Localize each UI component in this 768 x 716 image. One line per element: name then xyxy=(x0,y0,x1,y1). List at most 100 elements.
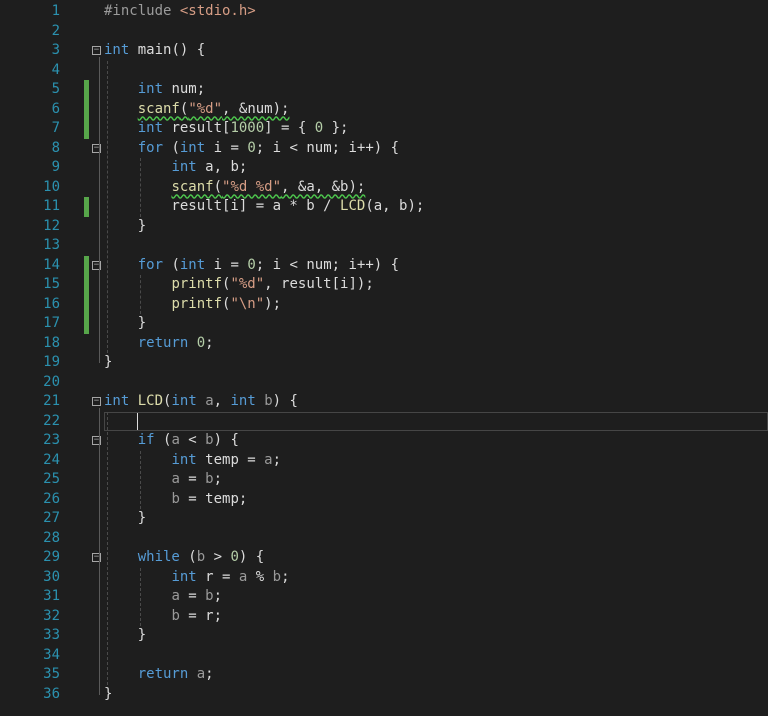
code-token: , xyxy=(213,393,231,409)
fold-toggle-icon[interactable]: − xyxy=(92,46,101,55)
code-text[interactable]: if (a < b) { xyxy=(104,431,239,451)
line-number: 16 xyxy=(43,295,60,312)
code-text[interactable]: scanf("%d", &num); xyxy=(104,100,290,120)
code-text[interactable]: printf("\n"); xyxy=(104,295,281,315)
code-token: r = xyxy=(196,568,239,585)
code-text[interactable]: return 0; xyxy=(104,334,214,354)
line-number: 34 xyxy=(43,646,60,663)
code-text[interactable]: printf("%d", result[i]); xyxy=(104,275,374,295)
code-line[interactable]: 16 printf("\n"); xyxy=(0,294,768,315)
code-token: int xyxy=(137,120,164,136)
code-token: "%d" xyxy=(230,276,265,292)
code-text[interactable]: int num; xyxy=(104,80,205,100)
code-line[interactable]: 33 } xyxy=(0,626,768,646)
code-token: a xyxy=(171,471,180,487)
code-text[interactable]: while (b > 0) { xyxy=(104,548,264,568)
code-text[interactable]: #include <stdio.h> xyxy=(104,2,256,22)
fold-toggle-icon[interactable]: − xyxy=(92,397,101,406)
code-line[interactable]: 28 xyxy=(0,529,768,549)
code-token: , &num); xyxy=(222,100,290,117)
code-line[interactable]: 30 int r = a % b; xyxy=(0,568,768,588)
code-token: "%d" xyxy=(188,100,223,117)
code-line[interactable]: 6 scanf("%d", &num); xyxy=(0,99,768,120)
code-line[interactable]: 13 xyxy=(0,236,768,256)
code-line[interactable]: 19} xyxy=(0,353,768,373)
code-token: 1000 xyxy=(230,120,265,136)
code-line[interactable]: 20 xyxy=(0,373,768,393)
code-token: ); xyxy=(264,295,282,312)
code-line[interactable]: 26 b = temp; xyxy=(0,490,768,510)
code-line[interactable]: 11 result[i] = a * b / LCD(a, b); xyxy=(0,197,768,217)
code-text[interactable]: int main() { xyxy=(104,41,205,61)
line-number: 35 xyxy=(43,666,60,682)
code-text[interactable]: int result[1000] = { 0 }; xyxy=(104,119,349,139)
code-token: , result[i]); xyxy=(264,276,374,292)
code-line[interactable]: 10 scanf("%d %d", &a, &b); xyxy=(0,178,768,198)
line-number: 22 xyxy=(43,412,60,429)
code-line[interactable]: 1 #include <stdio.h> xyxy=(0,2,768,22)
code-text[interactable]: } xyxy=(104,509,146,529)
code-text[interactable]: int temp = a; xyxy=(104,451,281,471)
code-text[interactable]: a = b; xyxy=(104,470,222,490)
line-number: 6 xyxy=(51,100,60,117)
code-token: int xyxy=(171,393,197,409)
code-token: > xyxy=(205,549,231,565)
code-text[interactable]: return a; xyxy=(104,665,214,685)
code-token: ( xyxy=(154,432,172,448)
code-text[interactable]: b = r; xyxy=(104,607,222,627)
code-text[interactable]: b = temp; xyxy=(104,490,247,510)
code-text[interactable]: scanf("%d %d", &a, &b); xyxy=(104,178,365,198)
code-line[interactable]: 7 int result[1000] = { 0 }; xyxy=(0,119,768,139)
code-line[interactable]: 5 int num; xyxy=(0,80,768,100)
code-token: i = xyxy=(205,139,248,156)
code-line[interactable]: 34 xyxy=(0,646,768,666)
code-text[interactable]: for (int i = 0; i < num; i++) { xyxy=(104,139,399,159)
code-line[interactable]: 18 return 0; xyxy=(0,334,768,354)
code-line[interactable]: 29− while (b > 0) { xyxy=(0,548,768,568)
code-token: ( xyxy=(163,139,180,156)
current-line-highlight xyxy=(104,411,768,431)
code-text[interactable]: result[i] = a * b / LCD(a, b); xyxy=(104,197,424,217)
code-line[interactable]: 15 printf("%d", result[i]); xyxy=(0,275,768,295)
code-text[interactable]: } xyxy=(104,353,112,373)
code-line[interactable]: 12 } xyxy=(0,217,768,237)
code-text[interactable]: int a, b; xyxy=(104,158,247,178)
code-line[interactable]: 9 int a, b; xyxy=(0,158,768,178)
code-line[interactable]: 27 } xyxy=(0,509,768,529)
code-text[interactable]: } xyxy=(104,314,146,334)
line-number: 1 xyxy=(51,3,60,19)
code-text[interactable]: } xyxy=(104,217,146,237)
code-editor[interactable]: 1 #include <stdio.h> 2 3− int main() {4 5 int… xyxy=(0,0,768,716)
line-number: 5 xyxy=(51,81,60,97)
code-token: b xyxy=(171,607,180,624)
code-line[interactable]: 8− for (int i = 0; i < num; i++) { xyxy=(0,139,768,159)
code-line[interactable]: 3 − int main() { xyxy=(0,41,768,61)
code-line[interactable]: 4 xyxy=(0,61,768,81)
line-number: 33 xyxy=(43,627,60,643)
code-text[interactable]: } xyxy=(104,685,112,705)
line-number: 2 xyxy=(51,22,60,39)
code-line[interactable]: 23− if (a < b) { xyxy=(0,431,768,451)
code-line[interactable]: 21 − int LCD(int a, int b) { xyxy=(0,392,768,412)
code-line[interactable]: 17 } xyxy=(0,314,768,334)
code-text[interactable]: int r = a % b; xyxy=(104,568,289,588)
code-line[interactable]: 36} xyxy=(0,685,768,705)
code-text[interactable]: } xyxy=(104,626,146,646)
code-text[interactable]: for (int i = 0; i < num; i++) { xyxy=(104,256,399,276)
code-text[interactable]: int LCD(int a, int b) { xyxy=(104,392,298,412)
code-line[interactable]: 32 b = r; xyxy=(0,607,768,627)
code-token: int xyxy=(230,393,256,409)
code-line[interactable]: 35 return a; xyxy=(0,665,768,685)
code-text[interactable]: a = b; xyxy=(104,587,222,607)
code-line[interactable]: 25 a = b; xyxy=(0,470,768,490)
code-line[interactable]: 31 a = b; xyxy=(0,587,768,607)
indent-guide xyxy=(140,158,141,217)
code-line[interactable]: 24 int temp = a; xyxy=(0,451,768,471)
code-line[interactable]: 2 xyxy=(0,22,768,42)
code-line[interactable]: 14− for (int i = 0; i < num; i++) { xyxy=(0,255,768,276)
